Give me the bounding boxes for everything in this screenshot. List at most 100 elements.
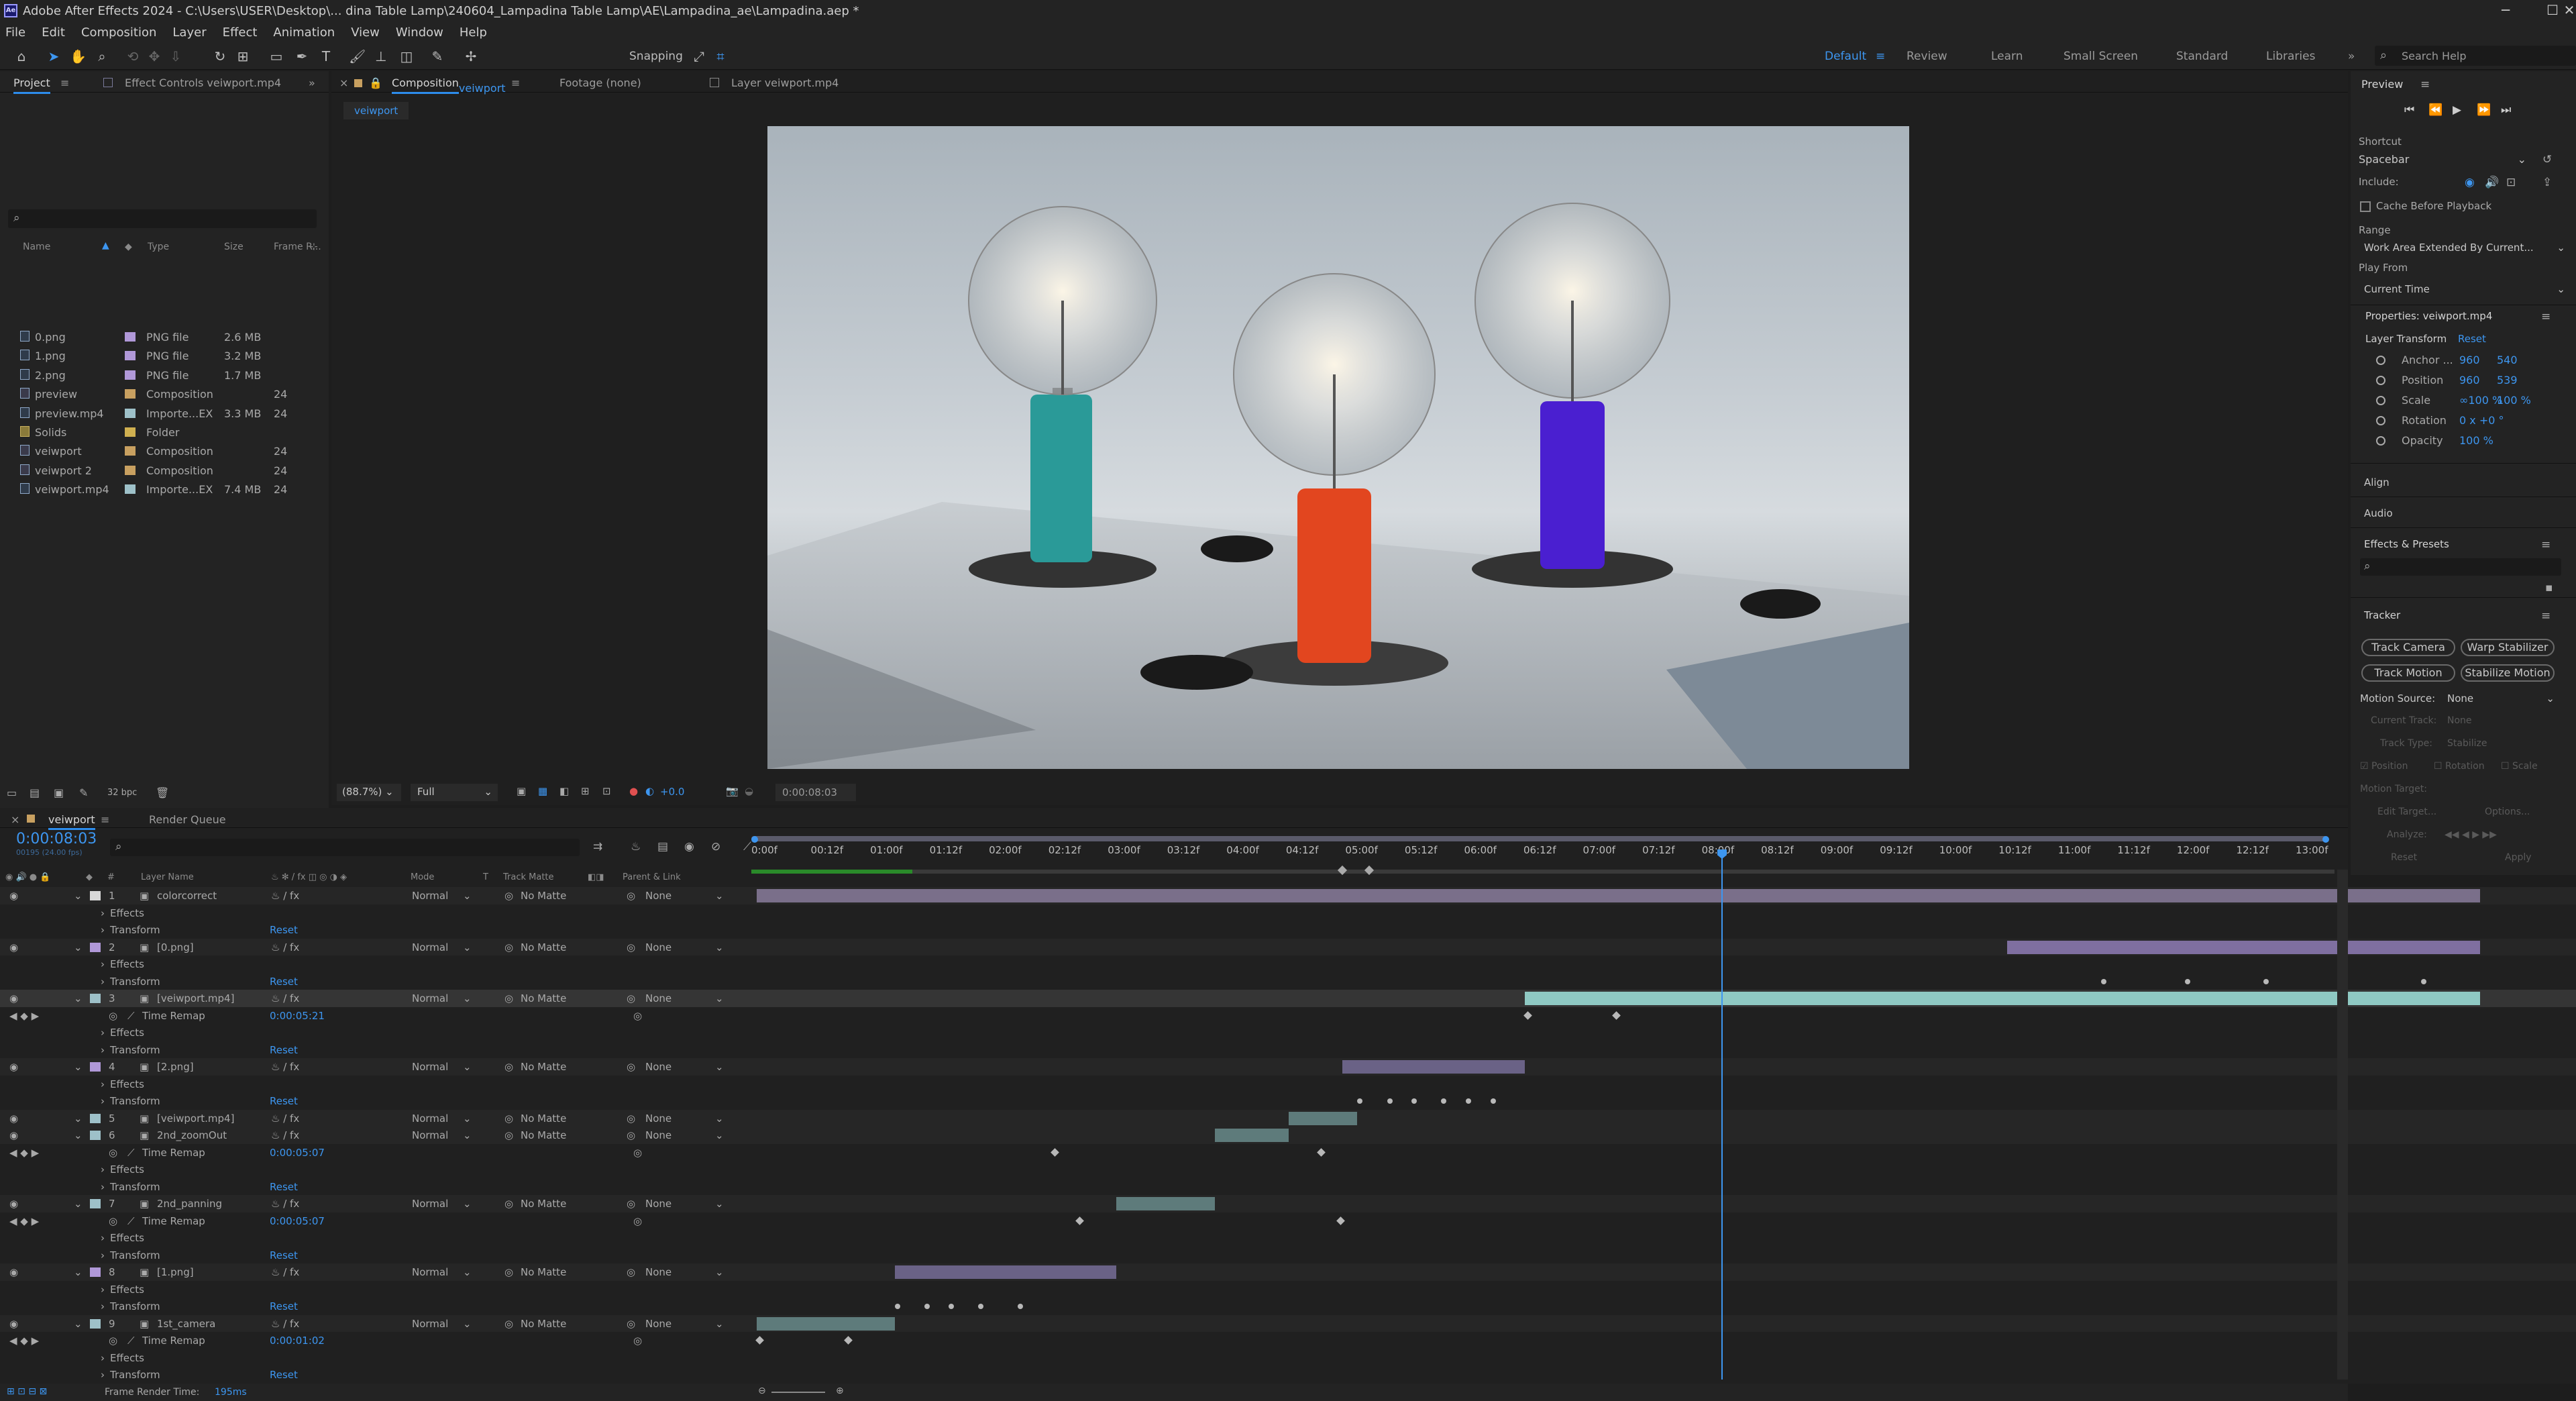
layer-duration-bar[interactable] (757, 1316, 895, 1331)
property-row[interactable]: › Effects (0, 1229, 2576, 1247)
snapshot-icon[interactable]: 📷 (726, 785, 739, 797)
magnification-dropdown[interactable]: (88.7%) ⌄ (337, 784, 401, 801)
project-item[interactable]: preview Composition 24 (0, 384, 329, 403)
comp-flowchart-icon[interactable]: ⇉ (593, 840, 602, 853)
transform-reset-link[interactable]: Reset (270, 1181, 298, 1193)
visibility-eye-icon[interactable]: ◉ (9, 890, 18, 902)
puppet-tool-icon[interactable]: ✢ (463, 48, 479, 64)
keyframe-marker[interactable] (1018, 1304, 1024, 1309)
column-name[interactable]: Name (23, 242, 50, 252)
keyframe-marker[interactable] (2263, 978, 2269, 984)
snap-grid-icon[interactable]: ⌗ (712, 48, 729, 64)
menu-layer[interactable]: Layer (172, 25, 206, 40)
tab-project[interactable]: Project (13, 76, 50, 94)
mode-dropdown[interactable]: Normal (412, 1318, 448, 1330)
mode-dropdown[interactable]: Normal (412, 1112, 448, 1125)
switches-icons[interactable]: ♨ / fx (271, 1061, 299, 1073)
keyframe-marker[interactable] (1075, 1216, 1084, 1225)
keyframe-marker[interactable] (844, 1336, 853, 1345)
parent-dropdown[interactable]: None (645, 1129, 672, 1141)
chevron-down-icon[interactable]: ⌄ (463, 1129, 472, 1141)
layer-row[interactable]: ◉ ⌄ 1 ▣ colorcorrect ♨ / fx Normal ⌄ ◎ No Matte ◎ N… (0, 887, 2576, 904)
include-video-icon[interactable]: ◉ (2465, 176, 2475, 189)
expand-twirl-icon[interactable]: ⌄ (74, 1061, 83, 1073)
expand-twirl-icon[interactable]: › (101, 1163, 105, 1176)
prop-value[interactable]: 540 (2497, 354, 2518, 366)
expand-twirl-icon[interactable]: › (101, 1369, 105, 1381)
label-swatch[interactable] (90, 1267, 101, 1277)
current-time-display[interactable]: 0:00:08:03 (16, 831, 97, 847)
expand-twirl-icon[interactable]: › (101, 1300, 105, 1312)
project-item[interactable]: veiwport.mp4 Importe...EX 7.4 MB 24 (0, 480, 329, 499)
include-audio-icon[interactable]: 🔊 (2485, 176, 2499, 189)
layer-row[interactable]: ◉ ⌄ 3 ▣ [veiwport.mp4] ♨ / fx Normal ⌄ ◎ No Matte… (0, 990, 2576, 1007)
parent-dropdown[interactable]: None (645, 1318, 672, 1330)
property-row[interactable]: › Transform Reset (0, 1041, 2576, 1058)
zoom-out-icon[interactable]: ⊖ (758, 1386, 766, 1396)
chevron-down-icon[interactable]: ⌄ (463, 1198, 472, 1210)
time-remap-value[interactable]: 0:00:05:07 (270, 1147, 325, 1159)
prop-value[interactable]: ∞100 % (2459, 394, 2502, 407)
stopwatch-icon[interactable] (2376, 436, 2385, 446)
parent-dropdown[interactable]: None (645, 1061, 672, 1073)
prop-value[interactable]: 0 x +0 ° (2459, 414, 2504, 427)
track-matte-dropdown[interactable]: No Matte (521, 1198, 566, 1210)
expand-twirl-icon[interactable]: › (101, 1027, 105, 1039)
panel-menu-icon[interactable]: ≡ (2420, 78, 2430, 91)
stopwatch-icon[interactable] (2376, 416, 2385, 425)
matte-icon[interactable]: ◎ (504, 1129, 513, 1141)
transform-reset-link[interactable]: Reset (270, 1369, 298, 1381)
sort-asc-icon[interactable]: ▲ (102, 240, 109, 251)
eraser-tool-icon[interactable]: ◫ (398, 48, 415, 64)
prev-frame-icon[interactable]: ⏪ (2428, 103, 2443, 117)
label-swatch[interactable] (90, 1131, 101, 1140)
keyframe-nav-icon[interactable]: ◀ ◆ ▶ (9, 1147, 39, 1159)
expand-twirl-icon[interactable]: ⌄ (74, 1318, 83, 1330)
property-row[interactable]: ◀ ◆ ▶ ◎ ⟋ Time Remap 0:00:05:07 ◎ (0, 1212, 2576, 1229)
workspace-standard[interactable]: Standard (2176, 50, 2228, 63)
switches-icons[interactable]: ♨ / fx (271, 1129, 299, 1141)
parent-pickwhip-icon[interactable]: ◎ (627, 890, 635, 902)
range-dropdown[interactable]: Work Area Extended By Current... ⌄ (2364, 242, 2565, 254)
export-icon[interactable]: ⇪ (2542, 176, 2552, 189)
pan-tool-icon[interactable]: ✥ (146, 48, 162, 64)
track-matte-dropdown[interactable]: No Matte (521, 941, 566, 953)
visibility-eye-icon[interactable]: ◉ (9, 1266, 18, 1278)
expand-twirl-icon[interactable]: ⌄ (74, 1198, 83, 1210)
chevron-down-icon[interactable]: ⌄ (463, 1318, 472, 1330)
expression-pickwhip-icon[interactable]: ◎ (633, 1147, 642, 1159)
tab-render-queue[interactable]: Render Queue (149, 813, 226, 826)
parent-pickwhip-icon[interactable]: ◎ (627, 941, 635, 953)
parent-dropdown[interactable]: None (645, 890, 672, 902)
expand-twirl-icon[interactable]: › (101, 1249, 105, 1261)
property-row[interactable]: › Transform Reset (0, 1246, 2576, 1263)
property-row[interactable]: ◀ ◆ ▶ ◎ ⟋ Time Remap 0:00:05:07 ◎ (0, 1143, 2576, 1161)
layer-row[interactable]: ◉ ⌄ 4 ▣ [2.png] ♨ / fx Normal ⌄ ◎ No Matte ◎ None ⌄ (0, 1058, 2576, 1076)
property-row[interactable]: › Transform Reset (0, 1092, 2576, 1110)
chevron-down-icon[interactable]: ⌄ (463, 941, 472, 953)
search-help-input[interactable]: ⌕ Search Help (2375, 46, 2576, 66)
chevron-down-icon[interactable]: ⌄ (463, 1266, 472, 1278)
keyframe-marker[interactable] (1523, 1010, 1532, 1020)
chevron-down-icon[interactable]: ⌄ (463, 890, 472, 902)
anchor-tool-icon[interactable]: ⊞ (235, 48, 251, 64)
expression-pickwhip-icon[interactable]: ◎ (633, 1010, 642, 1022)
mode-dropdown[interactable]: Normal (412, 1198, 448, 1210)
time-remap-value[interactable]: 0:00:05:21 (270, 1010, 325, 1022)
prop-value[interactable]: 539 (2497, 374, 2518, 386)
parent-dropdown[interactable]: None (645, 992, 672, 1004)
time-remap-value[interactable]: 0:00:05:07 (270, 1215, 325, 1227)
workspace-default[interactable]: Default (1825, 50, 1866, 63)
parent-pickwhip-icon[interactable]: ◎ (627, 1129, 635, 1141)
layer-name[interactable]: 2nd_zoomOut (157, 1129, 227, 1141)
mode-dropdown[interactable]: Normal (412, 1129, 448, 1141)
keyframe-marker[interactable] (1465, 1098, 1471, 1104)
orbit-tool-icon[interactable]: ⟲ (125, 48, 141, 64)
keyframe-marker[interactable] (978, 1304, 984, 1309)
home-icon[interactable]: ⌂ (13, 48, 30, 64)
bit-depth-label[interactable]: 32 bpc (107, 788, 137, 798)
chevron-down-icon[interactable]: ⌄ (463, 1112, 472, 1125)
project-item[interactable]: 0.png PNG file 2.6 MB (0, 327, 329, 346)
label-swatch[interactable] (90, 891, 101, 900)
dolly-tool-icon[interactable]: ⇩ (168, 48, 184, 64)
